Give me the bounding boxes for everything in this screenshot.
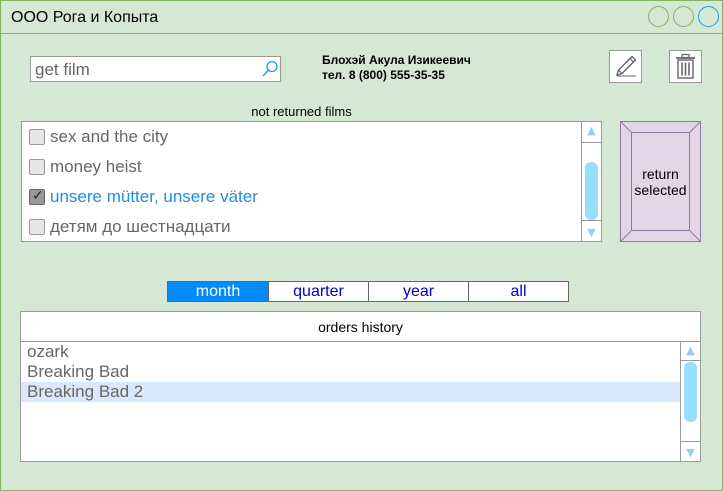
period-tabs: month quarter year all — [167, 281, 569, 302]
minimize-button[interactable] — [648, 6, 669, 27]
title-bar: ООО Рога и Копыта — [1, 1, 722, 34]
tab-all[interactable]: all — [468, 282, 568, 301]
search-icon[interactable] — [260, 59, 280, 79]
film-item[interactable]: money heist — [22, 152, 582, 182]
return-label-line1: return — [642, 166, 679, 182]
close-button[interactable] — [698, 6, 719, 27]
film-checkbox-checked[interactable] — [29, 188, 45, 205]
pencil-icon — [609, 50, 642, 83]
trash-icon — [669, 50, 702, 83]
scrollbar-divider — [582, 142, 601, 143]
film-checkbox[interactable] — [29, 129, 45, 145]
orders-history-title: orders history — [21, 312, 700, 342]
scroll-up-icon[interactable]: ▲ — [683, 344, 698, 357]
scrollbar-divider — [582, 220, 601, 221]
film-item[interactable]: sex and the city — [22, 122, 582, 152]
not-returned-list: sex and the city money heist unsere mütt… — [21, 121, 602, 242]
films-scrollbar[interactable]: ▲ ▼ — [581, 122, 601, 241]
orders-history-panel: orders history ozark Breaking Bad Breaki… — [20, 311, 701, 462]
return-selected-label: return selected — [621, 166, 700, 198]
user-name: Блохэй Акула Изикеевич — [322, 53, 471, 67]
film-label: unsere mütter, unsere väter — [50, 187, 258, 206]
search-input[interactable] — [35, 60, 255, 79]
return-selected-button[interactable]: return selected — [620, 121, 701, 242]
scrollbar-divider — [681, 441, 700, 442]
scrollbar-divider — [681, 360, 700, 361]
not-returned-label: not returned films — [251, 104, 352, 119]
film-label: money heist — [50, 157, 142, 176]
film-checkbox[interactable] — [29, 219, 45, 235]
window-title: ООО Рога и Копыта — [11, 9, 159, 26]
scrollbar-thumb[interactable] — [585, 162, 598, 220]
history-item[interactable]: Breaking Bad — [21, 362, 680, 382]
edit-button[interactable] — [609, 50, 642, 83]
scroll-up-icon[interactable]: ▲ — [584, 124, 599, 137]
film-label: sex and the city — [50, 127, 169, 146]
scrollbar-thumb[interactable] — [684, 362, 697, 422]
tab-month[interactable]: month — [168, 282, 268, 301]
film-item[interactable]: unsere mütter, unsere väter — [22, 182, 582, 212]
search-field[interactable] — [30, 56, 281, 82]
return-label-line2: selected — [634, 182, 687, 198]
film-checkbox[interactable] — [29, 159, 45, 175]
history-scrollbar[interactable]: ▲ ▼ — [680, 342, 700, 461]
delete-button[interactable] — [669, 50, 702, 83]
scroll-down-icon[interactable]: ▼ — [683, 446, 698, 459]
film-item[interactable]: детям до шестнадцати — [22, 212, 582, 241]
history-item[interactable]: ozark — [21, 342, 680, 362]
history-item-selected[interactable]: Breaking Bad 2 — [21, 382, 680, 402]
app-window: ООО Рога и Копыта Блохэй Акула Изикеевич… — [0, 0, 723, 491]
user-phone: тел. 8 (800) 555-35-35 — [322, 68, 445, 82]
tab-quarter[interactable]: quarter — [268, 282, 368, 301]
scroll-down-icon[interactable]: ▼ — [584, 226, 599, 239]
maximize-button[interactable] — [673, 6, 694, 27]
tab-year[interactable]: year — [368, 282, 468, 301]
film-label: детям до шестнадцати — [50, 217, 231, 236]
